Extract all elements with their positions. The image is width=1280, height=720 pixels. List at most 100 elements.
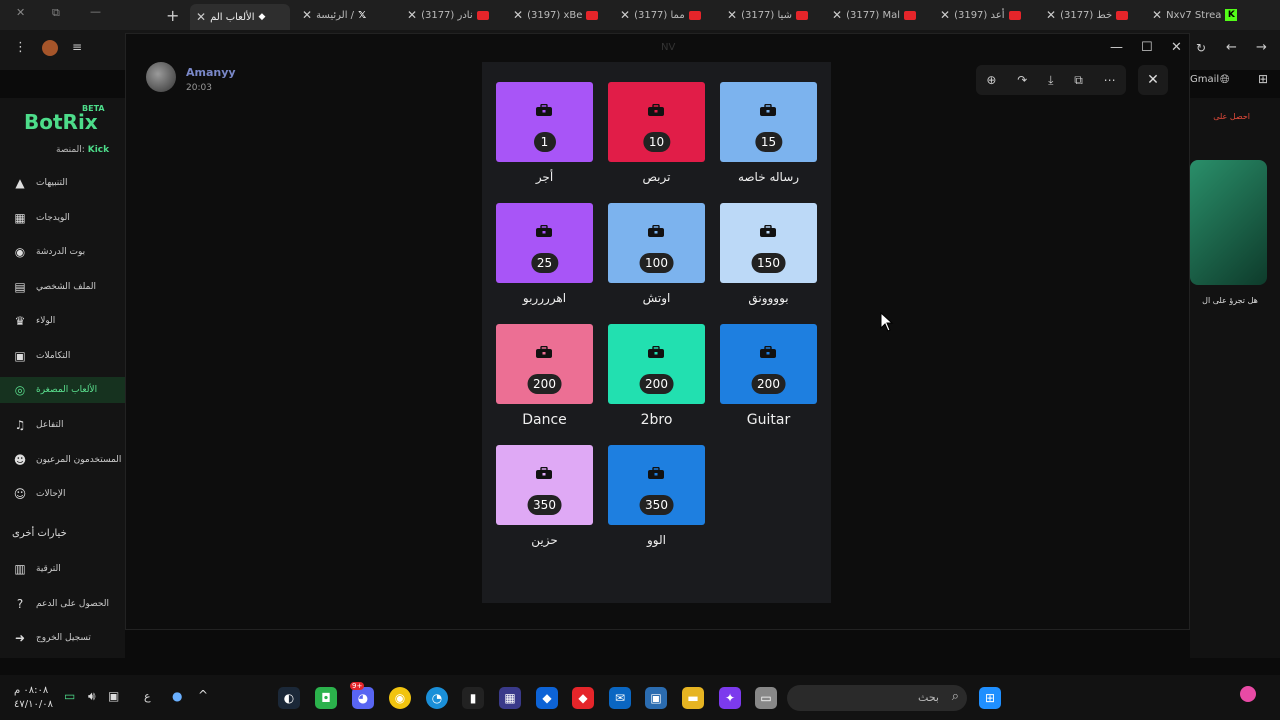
share-icon[interactable]: ↷: [1017, 73, 1027, 87]
tab[interactable]: ✕ (3177) مما: [620, 4, 712, 26]
globe-icon[interactable]: 🌐︎: [1220, 72, 1230, 87]
close-tab-icon[interactable]: ✕: [727, 8, 737, 22]
menu-dots-icon[interactable]: ⋮: [14, 40, 27, 55]
tab[interactable]: ✕ (3197) أعد: [940, 4, 1032, 26]
windows-start-icon[interactable]: ⊞: [979, 687, 1001, 709]
outlook-icon[interactable]: ✉︎: [609, 687, 631, 709]
sidebar-item-logout[interactable]: ➜ تسجيل الخروج: [0, 625, 125, 651]
chrome-icon[interactable]: ◉: [389, 687, 411, 709]
sidebar-item-alerts[interactable]: ▲ التنبيهات: [0, 170, 125, 196]
close-tab-icon[interactable]: ✕: [196, 10, 206, 24]
forward-arrow-icon[interactable]: →: [1256, 40, 1267, 55]
sound-alert-card[interactable]: 25 اهرررربو: [496, 203, 593, 305]
network-icon[interactable]: ▣: [108, 689, 119, 703]
sidebar-item-profile[interactable]: ▤ الملف الشخصي: [0, 274, 125, 300]
sound-alert-tile[interactable]: 25: [496, 203, 593, 283]
minimize-tab-icon[interactable]: —: [90, 5, 101, 18]
tray-chevron-icon[interactable]: ^: [198, 688, 208, 702]
epic-games-icon[interactable]: ▮: [462, 687, 484, 709]
sidebar-item-integrations[interactable]: ▣ التكاملات: [0, 343, 125, 369]
sound-alert-tile[interactable]: 350: [608, 445, 705, 525]
copilot-icon[interactable]: ✦: [719, 687, 741, 709]
sound-alert-tile[interactable]: 150: [720, 203, 817, 283]
close-tab-icon[interactable]: ✕: [1046, 8, 1056, 22]
sound-alert-card[interactable]: 350 الوو: [608, 445, 705, 547]
gamepad-app-icon[interactable]: ◘: [315, 687, 337, 709]
sound-alert-card[interactable]: 200 Guitar: [720, 324, 817, 428]
promo-link[interactable]: احصل على: [1188, 112, 1280, 121]
file-explorer-icon[interactable]: ▬: [682, 687, 704, 709]
close-tab-icon[interactable]: ✕: [832, 8, 842, 22]
maximize-window-icon[interactable]: ☐: [1141, 40, 1153, 55]
tab-search-icon[interactable]: ≡: [72, 40, 82, 54]
tab-strip-icon[interactable]: ⧉: [52, 6, 60, 20]
battery-icon[interactable]: ▭: [64, 689, 75, 703]
microphone-icon[interactable]: ●: [172, 689, 182, 703]
close-tab-icon[interactable]: ✕: [1152, 8, 1162, 22]
sound-alert-card[interactable]: 100 اوتش: [608, 203, 705, 305]
sound-alert-tile[interactable]: 200: [720, 324, 817, 404]
minimize-window-icon[interactable]: —: [1110, 40, 1123, 55]
sidebar-item-chatbot[interactable]: ◉ بوت الدردشة: [0, 239, 125, 265]
tab[interactable]: ✕ (3177) Mal: [832, 4, 924, 26]
sidebar-item-interaction[interactable]: ♫ التفاعل: [0, 412, 125, 438]
sound-alert-card[interactable]: 200 Dance: [496, 324, 593, 428]
sidebar-item-loyalty[interactable]: ♛ الولاء: [0, 308, 125, 334]
volume-icon[interactable]: 🔊︎: [88, 689, 96, 704]
gmail-link[interactable]: Gmail: [1190, 74, 1219, 85]
more-options-icon[interactable]: ⋯: [1104, 73, 1116, 87]
close-viewer-button[interactable]: ✕: [1138, 65, 1168, 95]
dropbox-icon[interactable]: ◆: [536, 687, 558, 709]
close-tab-icon[interactable]: ✕: [302, 8, 312, 22]
sound-alert-card[interactable]: 15 رساله خاصه: [720, 82, 817, 184]
tab[interactable]: ✕ (3197) xBe: [513, 4, 605, 26]
close-tab-icon[interactable]: ✕: [513, 8, 523, 22]
tab[interactable]: ✕ الرئيسة / 𝕏: [302, 4, 400, 26]
sound-alert-tile[interactable]: 1: [496, 82, 593, 162]
close-tab-icon[interactable]: ✕: [620, 8, 630, 22]
sound-alert-card[interactable]: 10 تربص: [608, 82, 705, 184]
sound-alert-tile[interactable]: 15: [720, 82, 817, 162]
notification-icon[interactable]: [1240, 686, 1256, 702]
close-tab-icon[interactable]: ✕: [940, 8, 950, 22]
taskbar-search[interactable]: بحث ⌕: [787, 685, 967, 711]
sound-alert-card[interactable]: 1 أجر: [496, 82, 593, 184]
back-arrow-icon[interactable]: ←: [1226, 40, 1237, 55]
taskbar-clock[interactable]: ٠٨:٠٨ م ٤٧/١٠/٠٨: [14, 684, 53, 712]
tab[interactable]: ✕ Nxv7 Strea K: [1152, 4, 1252, 26]
store-icon[interactable]: ▣: [645, 687, 667, 709]
edge-icon[interactable]: ◔: [426, 687, 448, 709]
close-tab-icon[interactable]: ✕: [407, 8, 417, 22]
sound-alert-tile[interactable]: 10: [608, 82, 705, 162]
profile-avatar-icon[interactable]: [42, 40, 58, 56]
sound-alert-tile[interactable]: 100: [608, 203, 705, 283]
sound-alert-card[interactable]: 150 بوووونق: [720, 203, 817, 305]
input-language[interactable]: ع: [144, 690, 151, 703]
sidebar-item-upgrade[interactable]: ▥ الترقية: [0, 556, 125, 582]
sound-alert-card[interactable]: 350 حزين: [496, 445, 593, 547]
sidebar-item-referrals[interactable]: ☺ الإحالات: [0, 481, 125, 507]
discord-icon[interactable]: ◕: [352, 687, 374, 709]
sound-alert-tile[interactable]: 200: [496, 324, 593, 404]
download-icon[interactable]: ⤓: [1048, 73, 1053, 88]
tab[interactable]: ✕ (3177) خط: [1046, 4, 1138, 26]
open-external-icon[interactable]: ⧉: [1074, 73, 1083, 88]
window-menu-icon[interactable]: ✕: [16, 6, 25, 19]
tab[interactable]: ✕ (3177) شيا: [727, 4, 819, 26]
new-tab-plus-icon[interactable]: +: [166, 6, 179, 25]
sidebar-item-minigames[interactable]: ◎ الألعاب المصغرة: [0, 377, 125, 403]
window-app-icon[interactable]: ▭: [755, 687, 777, 709]
reload-icon[interactable]: ↻: [1196, 41, 1206, 55]
sound-alert-card[interactable]: 200 2bro: [608, 324, 705, 428]
red-app-icon[interactable]: ◆: [572, 687, 594, 709]
tab-active[interactable]: ✕ الألعاب الم ◆: [190, 4, 290, 30]
zoom-icon[interactable]: ⊕: [986, 73, 996, 87]
close-window-icon[interactable]: ✕: [1171, 40, 1182, 55]
apps-grid-icon[interactable]: ⊞: [1258, 72, 1268, 86]
sound-alert-tile[interactable]: 350: [496, 445, 593, 525]
platform-selector[interactable]: المنصة: Kick: [56, 145, 109, 155]
sound-alert-tile[interactable]: 200: [608, 324, 705, 404]
author-username[interactable]: Amanyy: [186, 66, 236, 79]
sidebar-item-sponsored-users[interactable]: ☻ المستخدمون المرعيون: [0, 447, 125, 473]
sidebar-item-support[interactable]: ? الحصول على الدعم: [0, 591, 125, 617]
